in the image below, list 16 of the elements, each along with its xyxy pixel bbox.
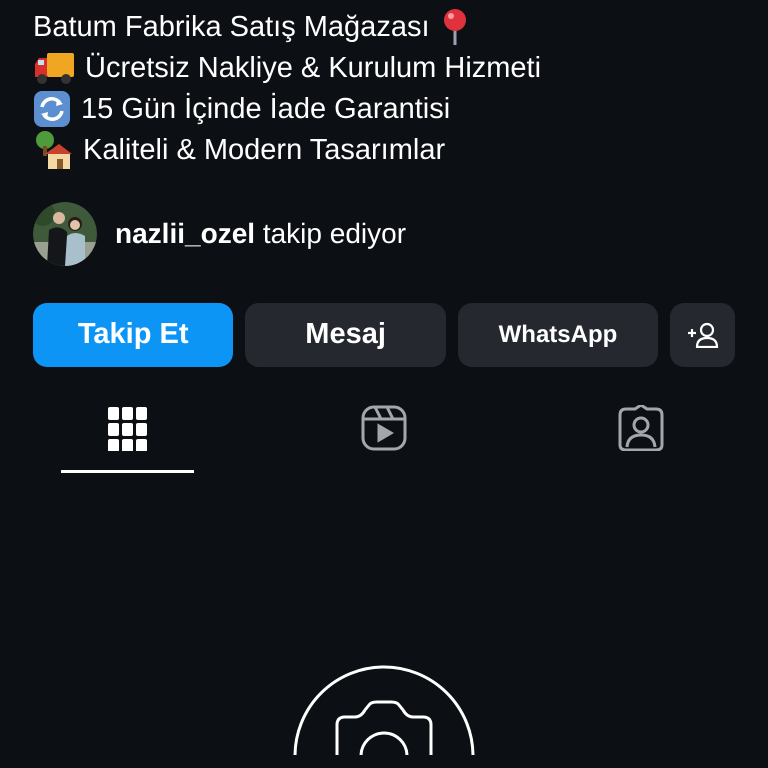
- bio-line: Ücretsiz Nakliye & Kurulum Hizmeti: [85, 50, 542, 86]
- action-button[interactable]: WhatsApp: [458, 303, 658, 367]
- bio-line: Batum Fabrika Satış Mağazası: [33, 10, 430, 44]
- camera-icon: [293, 665, 475, 755]
- house-icon: [33, 130, 73, 170]
- grid-icon: [108, 405, 148, 451]
- tagged-person-icon: [618, 405, 664, 451]
- profile-tab[interactable]: [61, 404, 194, 473]
- reels-icon: [361, 405, 407, 451]
- action-button[interactable]: Mesaj: [245, 303, 446, 367]
- bio-line: Kaliteli & Modern Tasarımlar: [83, 132, 446, 168]
- followed-by-text: nazlii_ozel takip ediyor: [115, 217, 406, 251]
- add-person-button[interactable]: [670, 303, 735, 367]
- bio-line: 15 Gün İçinde İade Garantisi: [81, 92, 450, 126]
- refresh-icon: [33, 90, 71, 128]
- add-person-icon: [686, 322, 719, 348]
